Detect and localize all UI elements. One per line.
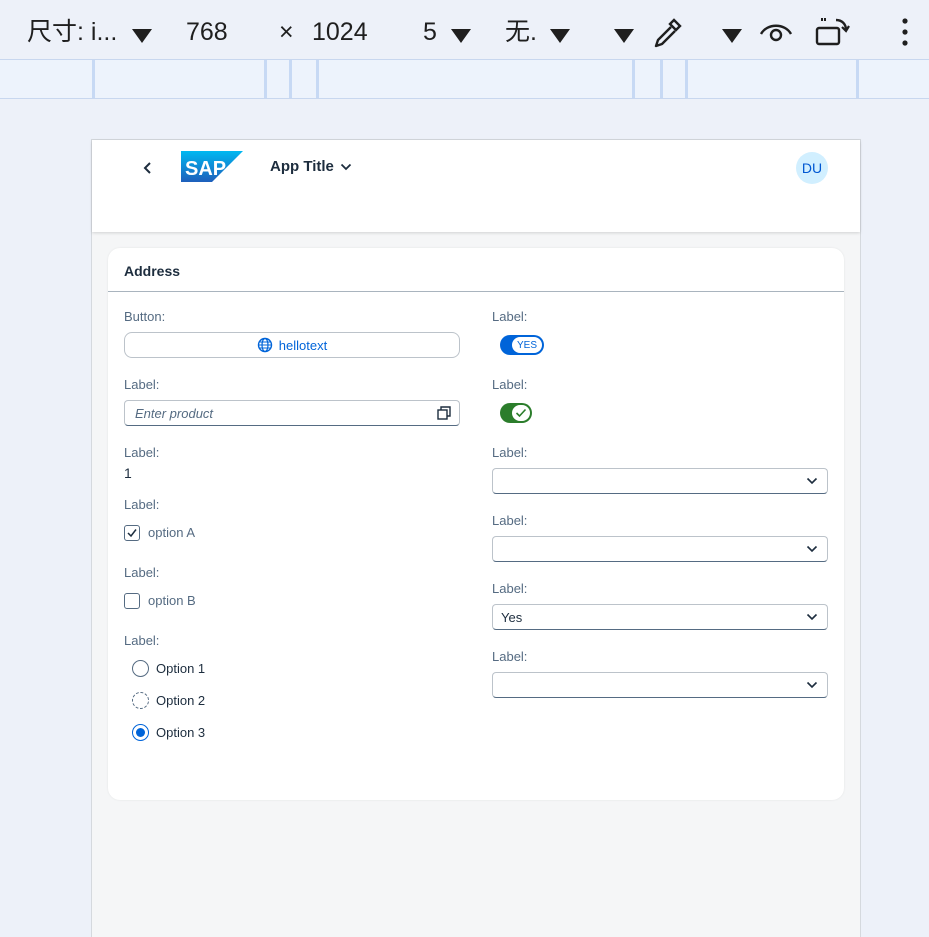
devtools-toolbar: 尺寸: i... 768 × 1024 5 无. bbox=[0, 0, 929, 59]
radio-option-2[interactable] bbox=[132, 692, 149, 709]
select-1-label: Label: bbox=[492, 445, 528, 460]
dimensions-dropdown-icon[interactable] bbox=[132, 29, 152, 43]
hellotext-button[interactable]: hellotext bbox=[124, 332, 460, 358]
media-query-ruler[interactable] bbox=[0, 59, 929, 99]
device-dimensions-select[interactable]: 尺寸: i... bbox=[27, 14, 117, 50]
chevron-down-icon bbox=[806, 681, 818, 689]
card-header: Address bbox=[108, 248, 844, 292]
more-dropdown-icon[interactable] bbox=[614, 29, 634, 43]
ruler-marker[interactable] bbox=[856, 60, 859, 98]
throttle-dropdown-icon[interactable] bbox=[550, 29, 570, 43]
select-2[interactable] bbox=[492, 536, 828, 562]
yes-switch[interactable]: YES bbox=[500, 335, 544, 355]
option-b-checkbox[interactable] bbox=[124, 593, 140, 609]
option-b-text[interactable]: option B bbox=[148, 593, 196, 608]
select-3-value: Yes bbox=[501, 610, 523, 625]
ruler-marker[interactable] bbox=[685, 60, 688, 98]
app-title-menu[interactable]: App Title bbox=[270, 158, 352, 175]
globe-icon bbox=[257, 337, 272, 353]
app-title: App Title bbox=[270, 158, 334, 175]
checkmark-icon bbox=[127, 529, 137, 538]
address-form-card: Address Button: hellotext Label: Enter p… bbox=[108, 248, 844, 800]
button-field-label: Button: bbox=[124, 309, 166, 324]
ruler-marker[interactable] bbox=[264, 60, 267, 98]
product-input-placeholder: Enter product bbox=[135, 406, 214, 421]
radio-group-label: Label: bbox=[124, 633, 160, 648]
radio-option-1[interactable] bbox=[132, 660, 149, 677]
checkbox-a-label: Label: bbox=[124, 497, 160, 512]
user-avatar[interactable]: DU bbox=[796, 152, 828, 184]
button-text: hellotext bbox=[278, 337, 328, 353]
width-input[interactable]: 768 bbox=[186, 14, 228, 50]
radio-option-2-text[interactable]: Option 2 bbox=[156, 693, 205, 708]
product-input[interactable]: Enter product bbox=[124, 400, 460, 426]
product-input-label: Label: bbox=[124, 377, 160, 392]
sap-logo-text: SAP bbox=[185, 158, 226, 180]
checkbox-b-label: Label: bbox=[124, 565, 160, 580]
more-options-icon[interactable] bbox=[900, 17, 910, 47]
select-3-label: Label: bbox=[492, 581, 528, 596]
option-a-text[interactable]: option A bbox=[148, 525, 195, 540]
select-2-label: Label: bbox=[492, 513, 528, 528]
device-viewport: SAP App Title DU Address Button: hellote… bbox=[91, 139, 861, 937]
ruler-marker[interactable] bbox=[92, 60, 95, 98]
switch-1-text: YES bbox=[512, 337, 542, 353]
ruler-marker[interactable] bbox=[632, 60, 635, 98]
radio-option-1-text[interactable]: Option 1 bbox=[156, 661, 205, 676]
height-input[interactable]: 1024 bbox=[312, 14, 368, 50]
switch-2-label: Label: bbox=[492, 377, 528, 392]
shell-bar: SAP App Title DU bbox=[92, 140, 860, 232]
value-help-icon[interactable] bbox=[437, 406, 451, 420]
card-title: Address bbox=[124, 263, 181, 279]
switch-1-label: Label: bbox=[492, 309, 528, 324]
ruler-marker[interactable] bbox=[660, 60, 663, 98]
zoom-select[interactable]: 5 bbox=[423, 14, 437, 50]
chevron-down-icon bbox=[806, 545, 818, 553]
text-field-value: 1 bbox=[124, 465, 132, 481]
select-4[interactable] bbox=[492, 672, 828, 698]
throttle-select[interactable]: 无. bbox=[505, 14, 537, 50]
checkmark-icon bbox=[515, 408, 527, 418]
switch-2-knob bbox=[512, 405, 530, 421]
times-separator: × bbox=[279, 18, 294, 46]
select-4-label: Label: bbox=[492, 649, 528, 664]
radio-option-3-text[interactable]: Option 3 bbox=[156, 725, 205, 740]
chevron-down-icon bbox=[806, 613, 818, 621]
radio-option-3[interactable] bbox=[132, 724, 149, 741]
option-a-checkbox[interactable] bbox=[124, 525, 140, 541]
back-arrow-icon[interactable] bbox=[140, 158, 154, 178]
eye-icon[interactable] bbox=[758, 20, 794, 46]
eyedropper-dropdown-icon[interactable] bbox=[722, 29, 742, 43]
text-field-label: Label: bbox=[124, 445, 160, 460]
chevron-down-icon bbox=[806, 477, 818, 485]
ruler-marker[interactable] bbox=[289, 60, 292, 98]
zoom-dropdown-icon[interactable] bbox=[451, 29, 471, 43]
select-3[interactable]: Yes bbox=[492, 604, 828, 630]
eyedropper-icon[interactable] bbox=[650, 16, 684, 50]
rotate-icon[interactable] bbox=[814, 16, 850, 48]
chevron-down-icon bbox=[340, 163, 352, 170]
sap-logo: SAP bbox=[181, 151, 243, 182]
select-1[interactable] bbox=[492, 468, 828, 494]
accept-switch[interactable] bbox=[500, 403, 532, 423]
ruler-marker[interactable] bbox=[316, 60, 319, 98]
